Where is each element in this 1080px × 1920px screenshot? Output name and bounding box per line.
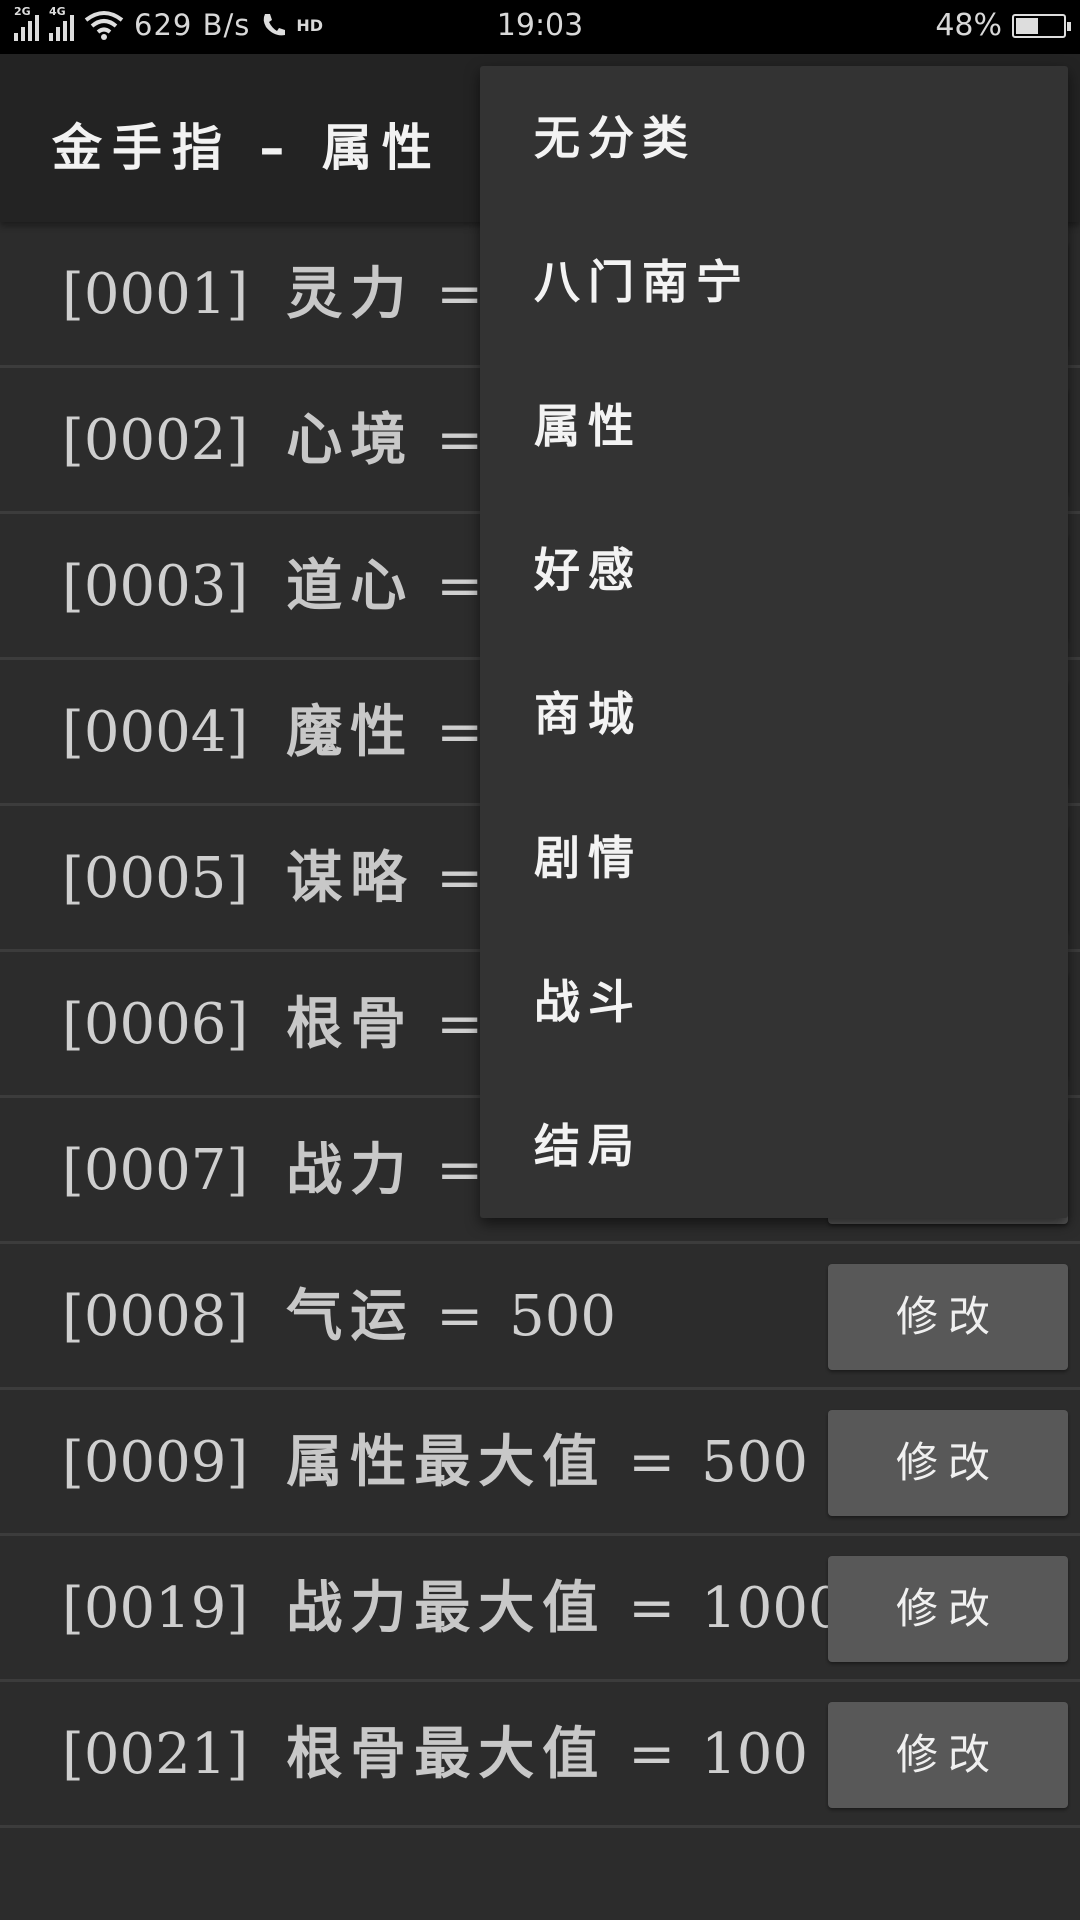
item-equals: = [436, 992, 484, 1057]
item-name: 根骨最大值 [286, 1722, 607, 1787]
item-name: 心境 [286, 408, 415, 473]
item-equals: = [436, 1138, 484, 1203]
item-id: [0019] [62, 1576, 249, 1641]
category-dropdown-menu: 无分类 八门南宁 属性 好感 商城 剧情 战斗 结局 [480, 66, 1068, 1218]
menu-item-attributes[interactable]: 属性 [480, 354, 1068, 498]
battery-fill [1016, 17, 1038, 34]
item-id: [0006] [62, 992, 249, 1057]
item-name: 道心 [286, 554, 415, 619]
list-item-text: [0003] 道心 = [62, 514, 509, 660]
list-item-text: [0001] 灵力 = [62, 222, 509, 368]
item-name: 战力 [286, 1138, 415, 1203]
menu-item-uncategorized[interactable]: 无分类 [480, 66, 1068, 210]
list-item: [0019] 战力最大值 = 1000 修改 [0, 1536, 1080, 1682]
list-item: [0009] 属性最大值 = 500 修改 [0, 1390, 1080, 1536]
status-bar-right: 48% [935, 8, 1071, 43]
edit-button[interactable]: 修改 [828, 1410, 1068, 1516]
edit-button[interactable]: 修改 [828, 1556, 1068, 1662]
list-item-text: [0004] 魔性 = [62, 660, 509, 806]
menu-item-battle[interactable]: 战斗 [480, 930, 1068, 1074]
list-item-text: [0019] 战力最大值 = 1000 [62, 1536, 844, 1682]
item-name: 谋略 [286, 846, 415, 911]
battery-icon [1012, 13, 1071, 38]
item-id: [0009] [62, 1430, 249, 1495]
battery-percent: 48% [935, 8, 1002, 43]
item-equals: = [628, 1722, 676, 1787]
list-item: [0008] 气运 = 500 修改 [0, 1244, 1080, 1390]
edit-button[interactable]: 修改 [828, 1264, 1068, 1370]
page-title: 金手指 – 属性 [52, 119, 442, 177]
item-name: 属性最大值 [286, 1430, 607, 1495]
list-item-text: [0021] 根骨最大值 = 100 [62, 1682, 808, 1828]
list-item-text: [0009] 属性最大值 = 500 [62, 1390, 808, 1536]
item-equals: = [436, 700, 484, 765]
menu-item-ending[interactable]: 结局 [480, 1074, 1068, 1218]
item-id: [0003] [62, 554, 249, 619]
menu-item-shop[interactable]: 商城 [480, 642, 1068, 786]
item-name: 根骨 [286, 992, 415, 1057]
item-id: [0002] [62, 408, 249, 473]
item-value: 1000 [701, 1576, 844, 1641]
item-equals: = [436, 1284, 484, 1349]
item-equals: = [628, 1430, 676, 1495]
menu-item-bamen-nanning[interactable]: 八门南宁 [480, 210, 1068, 354]
item-equals: = [436, 846, 484, 911]
item-id: [0004] [62, 700, 249, 765]
menu-item-affection[interactable]: 好感 [480, 498, 1068, 642]
item-value: 500 [701, 1430, 809, 1495]
list-item: [0021] 根骨最大值 = 100 修改 [0, 1682, 1080, 1828]
item-name: 魔性 [286, 700, 415, 765]
item-name: 战力最大值 [286, 1576, 607, 1641]
item-equals: = [628, 1576, 676, 1641]
item-id: [0005] [62, 846, 249, 911]
item-equals: = [436, 408, 484, 473]
item-equals: = [436, 262, 484, 327]
edit-button[interactable]: 修改 [828, 1702, 1068, 1808]
list-item-text: [0005] 谋略 = [62, 806, 509, 952]
item-id: [0007] [62, 1138, 249, 1203]
menu-item-story[interactable]: 剧情 [480, 786, 1068, 930]
item-id: [0008] [62, 1284, 249, 1349]
item-value: 500 [509, 1284, 617, 1349]
clock: 19:03 [496, 8, 584, 43]
item-name: 气运 [286, 1284, 415, 1349]
item-equals: = [436, 554, 484, 619]
item-value: 100 [701, 1722, 809, 1787]
item-id: [0021] [62, 1722, 249, 1787]
list-item-text: [0008] 气运 = 500 [62, 1244, 616, 1390]
status-bar: 2G 4G 629 B/s HD 19:03 48% [0, 0, 1080, 54]
list-item-text: [0007] 战力 = [62, 1098, 509, 1244]
item-id: [0001] [62, 262, 249, 327]
list-item-text: [0002] 心境 = [62, 368, 509, 514]
item-name: 灵力 [286, 262, 415, 327]
list-item-text: [0006] 根骨 = [62, 952, 509, 1098]
